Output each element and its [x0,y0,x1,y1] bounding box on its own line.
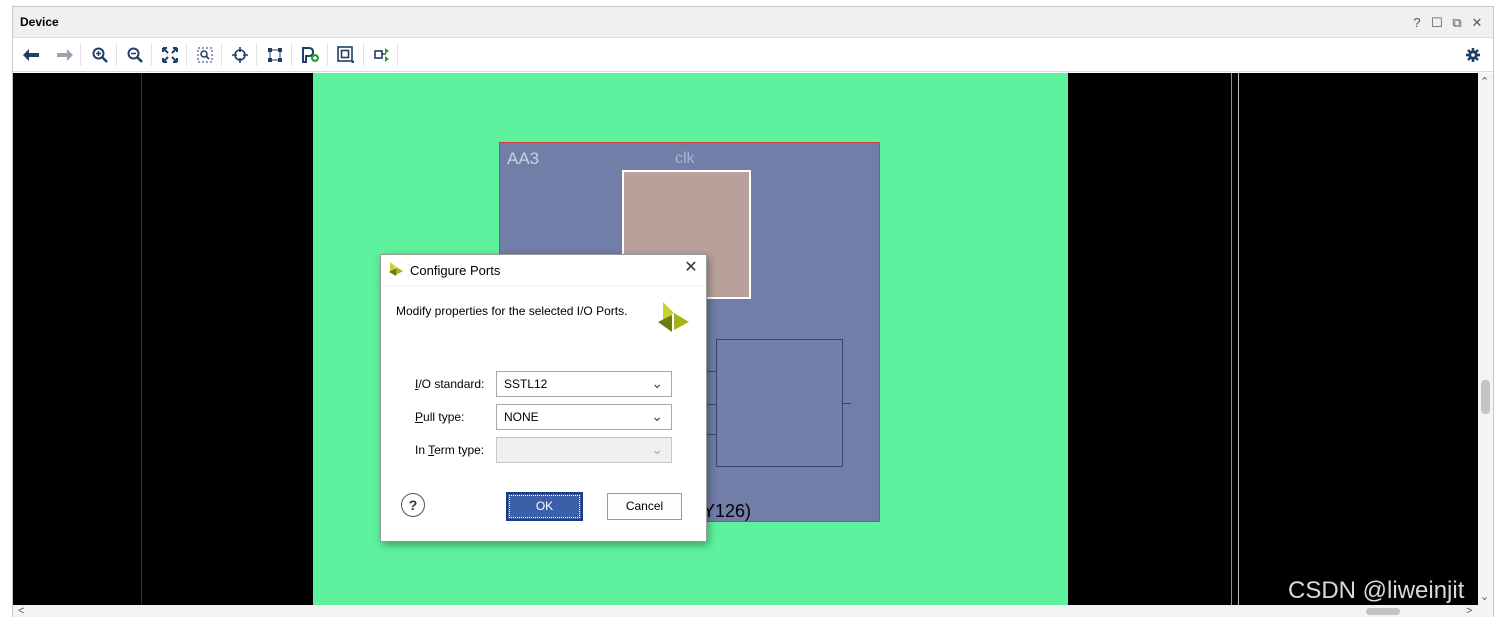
forward-arrow-icon[interactable] [55,45,75,65]
dialog-close-icon[interactable]: ✕ [683,260,699,276]
scroll-right-icon[interactable]: > [1466,605,1472,617]
toolbar-separator [186,44,187,66]
watermark-text: CSDN @liweinjit [1288,577,1465,604]
toolbar-separator [291,44,292,66]
io-buffer-block[interactable] [716,339,843,467]
maximize-icon[interactable]: ☐ [1430,16,1444,30]
scroll-up-icon[interactable]: ⌃ [1480,75,1489,88]
chevron-down-icon: ⌄ [651,408,663,424]
vivado-brand-icon [656,300,690,337]
auto-fit-crosshair-icon[interactable] [230,45,250,65]
pblock-icon[interactable] [336,45,356,65]
pull-type-label: Pull type: [415,410,465,424]
toolbar-separator [256,44,257,66]
close-icon[interactable]: ✕ [1470,16,1484,30]
pull-type-value: NONE [504,410,539,424]
dialog-title: Configure Ports [410,263,501,278]
in-term-type-label: In Term type: [415,443,485,457]
chevron-down-icon: ⌄ [651,441,663,457]
toolbar-separator [327,44,328,66]
in-term-type-select[interactable]: ⌄ [496,437,672,463]
zoom-selection-icon[interactable] [195,45,215,65]
routing-resources-icon[interactable] [265,45,285,65]
pull-type-select[interactable]: NONE ⌄ [496,404,672,430]
toolbar-separator [80,44,81,66]
io-standard-select[interactable]: SSTL12 ⌄ [496,371,672,397]
toolbar-separator [116,44,117,66]
window-title: Device [20,15,59,29]
vertical-scrollbar[interactable] [1478,73,1493,605]
chevron-down-icon: ⌄ [651,375,663,391]
zoom-fit-icon[interactable] [160,45,180,65]
vivado-logo-icon [387,260,405,281]
help-button[interactable]: ? [401,493,425,517]
zoom-in-icon[interactable] [90,45,110,65]
horizontal-scroll-thumb[interactable] [1366,608,1400,615]
clock-region-line [141,73,142,605]
settings-gear-icon[interactable] [1463,45,1483,65]
wire [843,403,851,404]
toolbar-separator [397,44,398,66]
cancel-button[interactable]: Cancel [607,493,682,520]
scroll-down-icon[interactable]: ⌄ [1480,590,1489,603]
help-icon[interactable]: ? [1410,16,1424,30]
autoplace-icon[interactable] [372,45,392,65]
wire [706,434,716,435]
float-window-icon[interactable]: ⧉ [1450,16,1464,30]
clock-region-line [1238,73,1239,605]
zoom-out-icon[interactable] [125,45,145,65]
vertical-scroll-thumb[interactable] [1481,380,1490,414]
dialog-description: Modify properties for the selected I/O P… [396,304,628,318]
toolbar-separator [151,44,152,66]
toolbar-separator [363,44,364,66]
site-name-label: AA3 [507,149,540,168]
site-coordinate-label: Y126) [703,501,752,521]
port-name-label: clk [675,150,695,167]
io-standard-value: SSTL12 [504,377,548,391]
wire [706,404,716,405]
place-ports-icon[interactable] [300,45,320,65]
window-titlebar [13,7,1493,38]
ok-button[interactable]: OK [506,492,583,521]
scroll-left-icon[interactable]: < [18,605,24,617]
toolbar-separator [221,44,222,66]
clock-region-line [1231,73,1232,605]
back-arrow-icon[interactable] [21,45,41,65]
io-standard-label: I/O standard: [415,377,485,391]
wire [706,371,716,372]
horizontal-scrollbar[interactable] [13,605,1493,617]
